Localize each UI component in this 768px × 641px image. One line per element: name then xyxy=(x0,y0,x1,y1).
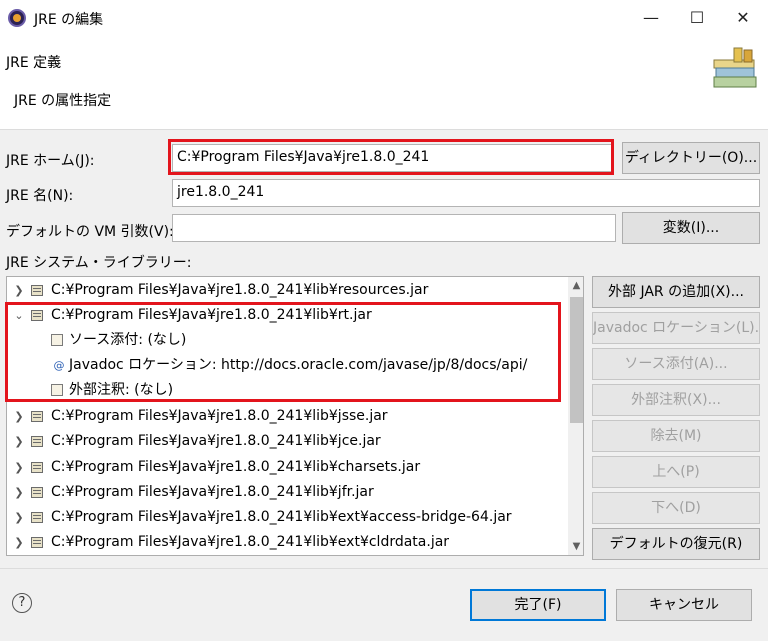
tree-row[interactable]: ❯ C:¥Program Files¥Java¥jre1.8.0_241¥lib… xyxy=(7,480,563,505)
chevron-right-icon[interactable]: ❯ xyxy=(13,278,25,303)
chevron-right-icon[interactable]: ❯ xyxy=(13,404,25,429)
vm-args-input[interactable] xyxy=(172,214,616,242)
tree-row-label: C:¥Program Files¥Java¥jre1.8.0_241¥lib¥r… xyxy=(51,282,429,298)
help-icon[interactable]: ? xyxy=(12,593,32,613)
library-tree[interactable]: ❯ C:¥Program Files¥Java¥jre1.8.0_241¥lib… xyxy=(6,276,584,556)
tree-row[interactable]: ❯ C:¥Program Files¥Java¥jre1.8.0_241¥lib… xyxy=(7,429,563,454)
jar-icon xyxy=(31,285,43,296)
jre-name-label: JRE 名(N): xyxy=(6,188,74,204)
footer-divider xyxy=(0,568,768,569)
source-attachment-button[interactable]: ソース添付(A)... xyxy=(592,348,760,380)
chevron-down-icon[interactable]: ⌄ xyxy=(13,303,25,328)
chevron-right-icon[interactable]: ❯ xyxy=(13,455,25,480)
library-books-icon xyxy=(713,47,757,88)
tree-scrollbar[interactable]: ▲ ▼ xyxy=(568,277,583,555)
eclipse-app-icon xyxy=(8,9,26,27)
tree-row[interactable]: ⌄ C:¥Program Files¥Java¥jre1.8.0_241¥lib… xyxy=(7,303,563,328)
jar-icon xyxy=(31,310,43,321)
remove-button[interactable]: 除去(M) xyxy=(592,420,760,452)
vm-args-label: デフォルトの VM 引数(V): xyxy=(6,224,174,240)
scroll-thumb[interactable] xyxy=(570,297,583,423)
tree-row[interactable]: ❯ C:¥Program Files¥Java¥jre1.8.0_241¥lib… xyxy=(7,404,563,429)
window-title: JRE の編集 xyxy=(34,12,104,28)
header-title: JRE 定義 xyxy=(6,55,62,71)
tree-row-label: C:¥Program Files¥Java¥jre1.8.0_241¥lib¥j… xyxy=(51,433,381,449)
jre-home-label: JRE ホーム(J): xyxy=(6,153,95,169)
javadoc-icon: @ xyxy=(53,359,65,372)
tree-row[interactable]: ❯ C:¥Program Files¥Java¥jre1.8.0_241¥lib… xyxy=(7,530,563,555)
chevron-right-icon[interactable]: ❯ xyxy=(13,480,25,505)
chevron-right-icon[interactable]: ❯ xyxy=(13,505,25,530)
scroll-down-icon[interactable]: ▼ xyxy=(568,538,583,555)
tree-row-label: 外部注釈: (なし) xyxy=(69,382,174,398)
tree-row[interactable]: ❯ C:¥Program Files¥Java¥jre1.8.0_241¥lib… xyxy=(7,278,563,303)
header-description: JRE の属性指定 xyxy=(14,93,112,109)
move-down-button[interactable]: 下へ(D) xyxy=(592,492,760,524)
tree-row[interactable]: @ Javadoc ロケーション: http://docs.oracle.com… xyxy=(7,353,563,378)
scroll-up-icon[interactable]: ▲ xyxy=(568,277,583,294)
external-annotations-button[interactable]: 外部注釈(X)... xyxy=(592,384,760,416)
minimize-button[interactable]: — xyxy=(628,0,674,36)
chevron-right-icon[interactable]: ❯ xyxy=(13,530,25,555)
tree-row-label: Javadoc ロケーション: http://docs.oracle.com/j… xyxy=(69,357,528,373)
jar-icon xyxy=(31,462,43,473)
jre-name-input[interactable]: jre1.8.0_241 xyxy=(172,179,760,207)
finish-button[interactable]: 完了(F) xyxy=(470,589,606,621)
tree-row-label: C:¥Program Files¥Java¥jre1.8.0_241¥lib¥j… xyxy=(51,408,388,424)
jar-icon xyxy=(31,512,43,523)
dialog-header: JRE 定義 JRE の属性指定 xyxy=(0,36,768,130)
jar-icon xyxy=(31,537,43,548)
tree-row[interactable]: ソース添付: (なし) xyxy=(7,328,563,353)
jre-home-input[interactable]: C:¥Program Files¥Java¥jre1.8.0_241 xyxy=(172,144,612,172)
jar-icon xyxy=(31,411,43,422)
tree-row-label: C:¥Program Files¥Java¥jre1.8.0_241¥lib¥j… xyxy=(51,484,374,500)
title-bar: JRE の編集 — ☐ ✕ xyxy=(0,0,768,36)
directory-button[interactable]: ディレクトリー(O)... xyxy=(622,142,760,174)
cancel-button[interactable]: キャンセル xyxy=(616,589,752,621)
jar-icon xyxy=(31,487,43,498)
maximize-button[interactable]: ☐ xyxy=(674,0,720,36)
restore-default-button[interactable]: デフォルトの復元(R) xyxy=(592,528,760,560)
close-button[interactable]: ✕ xyxy=(720,0,766,36)
tree-row-label: ソース添付: (なし) xyxy=(69,332,187,348)
tree-row[interactable]: 外部注釈: (なし) xyxy=(7,378,563,403)
tree-row-label: C:¥Program Files¥Java¥jre1.8.0_241¥lib¥c… xyxy=(51,459,421,475)
library-label: JRE システム・ライブラリー: xyxy=(6,255,192,271)
variables-button[interactable]: 変数(I)... xyxy=(622,212,760,244)
tree-row[interactable]: ❯ C:¥Program Files¥Java¥jre1.8.0_241¥lib… xyxy=(7,505,563,530)
chevron-right-icon[interactable]: ❯ xyxy=(13,429,25,454)
external-annotation-icon xyxy=(51,384,63,396)
tree-row[interactable]: ❯ C:¥Program Files¥Java¥jre1.8.0_241¥lib… xyxy=(7,455,563,480)
javadoc-location-button[interactable]: Javadoc ロケーション(L)... xyxy=(592,312,760,344)
source-attachment-icon xyxy=(51,334,63,346)
tree-row-label: C:¥Program Files¥Java¥jre1.8.0_241¥lib¥e… xyxy=(51,534,450,550)
move-up-button[interactable]: 上へ(P) xyxy=(592,456,760,488)
jar-icon xyxy=(31,436,43,447)
tree-row-label: C:¥Program Files¥Java¥jre1.8.0_241¥lib¥e… xyxy=(51,509,512,525)
add-external-jar-button[interactable]: 外部 JAR の追加(X)... xyxy=(592,276,760,308)
tree-row-label: C:¥Program Files¥Java¥jre1.8.0_241¥lib¥r… xyxy=(51,307,372,323)
